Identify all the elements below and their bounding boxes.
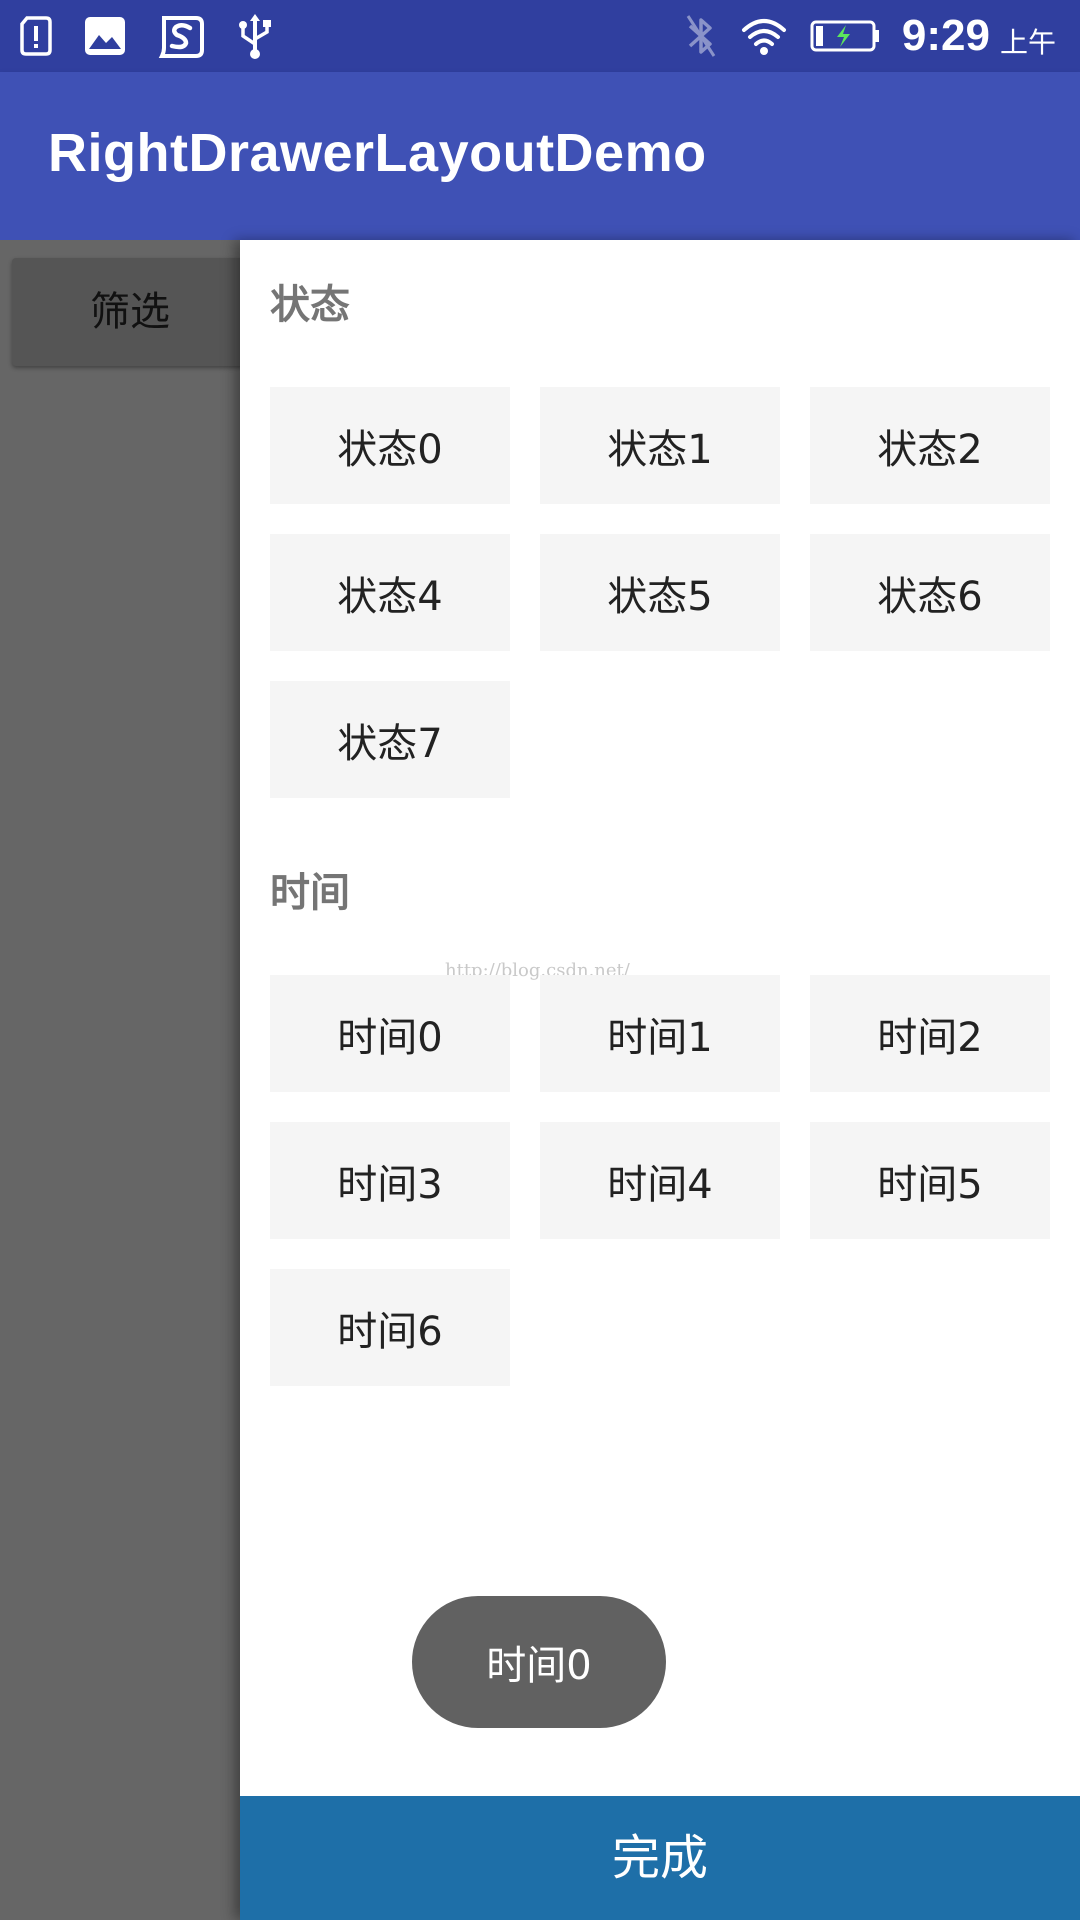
time-chip-0[interactable]: 时间0 [270,975,510,1092]
time-chip-5[interactable]: 时间5 [810,1122,1050,1239]
app-bar: RightDrawerLayoutDemo [0,72,1080,240]
page-title: RightDrawerLayoutDemo [48,123,707,183]
time-chip-4[interactable]: 时间4 [540,1122,780,1239]
status-chip-grid: 状态0 状态1 状态2 状态4 状态5 状态6 状态7 [270,387,1050,798]
status-section-title: 状态 [270,282,350,328]
status-ampm: 上午 [999,26,1056,59]
toast-message: 时间0 [412,1596,666,1728]
status-chip-0[interactable]: 状态0 [270,387,510,504]
alert-icon [20,16,52,56]
time-chip-6[interactable]: 时间6 [270,1269,510,1386]
screen: 9:29 上午 RightDrawerLayoutDemo 筛选 状态 状态0 … [0,0,1080,1920]
status-chip-7[interactable]: 状态7 [270,681,510,798]
time-chip-2[interactable]: 时间2 [810,975,1050,1092]
status-bar-right: 9:29 上午 [684,8,1056,64]
image-icon [85,17,125,55]
status-chip-1[interactable]: 状态1 [540,387,780,504]
status-bar-left [20,12,274,60]
time-chip-1[interactable]: 时间1 [540,975,780,1092]
filter-button[interactable]: 筛选 [12,258,248,366]
bluetooth-off-icon [686,15,716,57]
time-section-title: 时间 [270,870,350,916]
status-chip-5[interactable]: 状态5 [540,534,780,651]
usb-icon [239,14,271,59]
status-chip-4[interactable]: 状态4 [270,534,510,651]
time-chip-grid: 时间0 时间1 时间2 时间3 时间4 时间5 时间6 [270,975,1050,1386]
status-bar: 9:29 上午 [0,0,1080,72]
battery-charging-icon [810,20,879,52]
sogou-icon [158,16,204,58]
status-time: 9:29 [901,11,990,60]
main-content-scrim[interactable]: 筛选 [0,240,248,1920]
time-chip-3[interactable]: 时间3 [270,1122,510,1239]
status-chip-6[interactable]: 状态6 [810,534,1050,651]
status-chip-2[interactable]: 状态2 [810,387,1050,504]
wifi-icon [741,19,786,55]
right-drawer: 状态 状态0 状态1 状态2 状态4 状态5 状态6 状态7 时间 http:/… [240,240,1080,1920]
done-button[interactable]: 完成 [240,1796,1080,1920]
